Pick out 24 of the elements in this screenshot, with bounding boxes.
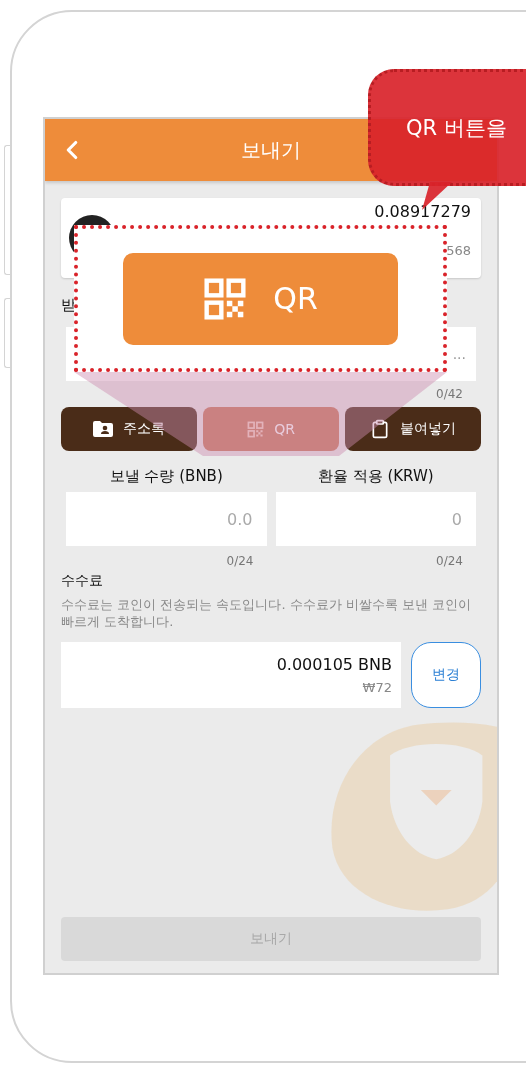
- char-counter: 0/24: [226, 554, 254, 568]
- coin-balance: 0.08917279: [374, 202, 471, 221]
- char-counter: 0/24: [436, 554, 463, 568]
- screen-title: 보내기: [240, 136, 302, 164]
- amount-field[interactable]: 0: [275, 492, 476, 546]
- action-button[interactable]: 붙여넣기: [345, 407, 481, 451]
- callout-text: QR 버튼을: [406, 114, 507, 142]
- fee-title: 수수료: [61, 572, 104, 590]
- fee-description: 수수료는 코인이 전송되는 속도입니다. 수수료가 비쌀수록 보낸 코인이 빠르게 도착합니다.: [61, 596, 473, 630]
- amount-label: 환율 적용 (KRW): [317, 467, 434, 486]
- qr-code-icon: [203, 276, 248, 321]
- coin-fiat-value: 568: [446, 243, 471, 258]
- folder-person-icon: [93, 421, 113, 437]
- qr-button-zoomed[interactable]: QR: [123, 252, 398, 345]
- change-fee-button[interactable]: 변경: [411, 642, 481, 708]
- amount-field[interactable]: 0.0: [66, 492, 267, 546]
- action-button[interactable]: 주소록: [61, 407, 197, 451]
- amount-label: 보낼 수량 (BNB): [109, 467, 223, 486]
- char-counter: 0/42: [436, 387, 463, 401]
- recipient-label: 받: [61, 296, 76, 315]
- fee-fiat-value: ₩72: [362, 680, 392, 695]
- fee-amount: 0.000105 BNB: [276, 655, 392, 674]
- clipboard-icon: [370, 419, 390, 439]
- qr-code-icon: [247, 420, 265, 438]
